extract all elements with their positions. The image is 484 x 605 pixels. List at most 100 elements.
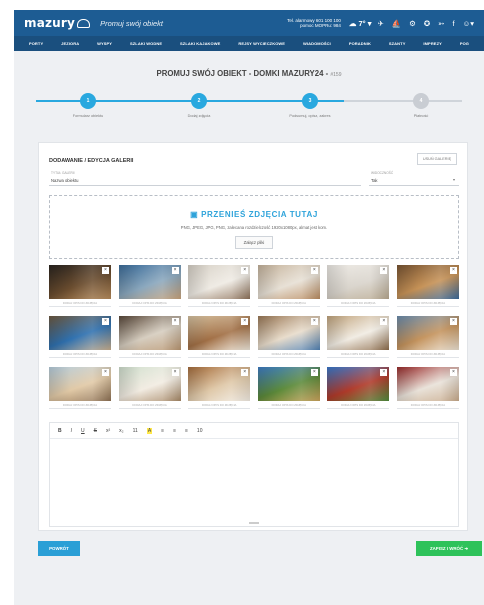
save-and-return-button[interactable]: ZAPISZ I WRÓĆ ➜ bbox=[416, 541, 482, 556]
delete-photo-icon[interactable]: × bbox=[380, 318, 388, 325]
delete-photo-icon[interactable]: × bbox=[380, 369, 388, 376]
delete-photo-icon[interactable]: × bbox=[171, 267, 179, 274]
subscript-button[interactable]: x₂ bbox=[119, 428, 123, 434]
sailboat-icon[interactable]: ⛵ bbox=[392, 19, 401, 28]
promo-link[interactable]: Promuj swój obiekt bbox=[100, 19, 163, 28]
photo-tile[interactable]: × DODAJ OPIS DO ZDJĘCIA bbox=[396, 316, 459, 360]
photo-thumbnail[interactable]: × bbox=[118, 265, 181, 299]
nav-item[interactable]: JEZIORA bbox=[61, 41, 79, 46]
photo-tile[interactable]: × DODAJ OPIS DO ZDJĘCIA bbox=[396, 367, 459, 411]
visibility-select[interactable]: WIDOCZNOŚĆ Tak ▾ bbox=[369, 171, 459, 186]
attach-files-button[interactable]: Załącz pliki bbox=[234, 236, 274, 249]
photo-caption-input[interactable]: DODAJ OPIS DO ZDJĘCIA bbox=[118, 401, 181, 409]
resize-handle[interactable] bbox=[249, 522, 259, 524]
photo-tile[interactable]: × DODAJ OPIS DO ZDJĘCIA bbox=[49, 367, 111, 411]
photo-tile[interactable]: × DODAJ OPIS DO ZDJĘCIA bbox=[118, 367, 181, 411]
delete-photo-icon[interactable]: × bbox=[171, 369, 179, 376]
photo-caption-input[interactable]: DODAJ OPIS DO ZDJĘCIA bbox=[327, 299, 390, 307]
description-editor[interactable]: B I U S x² x₂ 11 A ≡ ≡ ≡ 10 bbox=[49, 422, 459, 527]
photo-tile[interactable]: × DODAJ OPIS DO ZDJĘCIA bbox=[327, 316, 390, 360]
plane-icon[interactable]: ✈ bbox=[378, 19, 384, 28]
photo-tile[interactable]: × DODAJ OPIS DO ZDJĘCIA bbox=[118, 316, 181, 360]
photo-caption-input[interactable]: DODAJ OPIS DO ZDJĘCIA bbox=[396, 401, 459, 409]
nav-item[interactable]: SZANTY bbox=[389, 41, 406, 46]
delete-photo-icon[interactable]: × bbox=[241, 318, 249, 325]
settings-icon[interactable]: ✪ bbox=[424, 19, 430, 28]
photo-caption-input[interactable]: DODAJ OPIS DO ZDJĘCIA bbox=[396, 350, 459, 358]
upload-dropzone[interactable]: ▣ PRZENIEŚ ZDJĘCIA TUTAJ PNG, JPEG, JPG,… bbox=[49, 195, 459, 259]
step-3-circle[interactable]: 3 bbox=[302, 93, 318, 109]
photo-thumbnail[interactable]: × bbox=[396, 367, 459, 401]
user-icon[interactable]: ☺▾ bbox=[463, 19, 474, 28]
nav-item[interactable]: PORADNIK bbox=[349, 41, 371, 46]
photo-caption-input[interactable]: DODAJ OPIS DO ZDJĘCIA bbox=[257, 401, 320, 409]
photo-caption-input[interactable]: DODAJ OPIS DO ZDJĘCIA bbox=[327, 401, 390, 409]
photo-thumbnail[interactable]: × bbox=[49, 265, 111, 299]
photo-thumbnail[interactable]: × bbox=[49, 316, 111, 350]
photo-caption-input[interactable]: DODAJ OPIS DO ZDJĘCIA bbox=[327, 350, 390, 358]
weather-widget[interactable]: ☁ 7° ▾ bbox=[349, 19, 372, 28]
fish-icon[interactable]: ➳ bbox=[438, 19, 444, 28]
step-1-circle[interactable]: 1 bbox=[80, 93, 96, 109]
photo-caption-input[interactable]: DODAJ OPIS DO ZDJĘCIA bbox=[188, 401, 251, 409]
nav-item[interactable]: SZLAKI KAJAKOWE bbox=[180, 41, 220, 46]
bike-icon[interactable]: ⚙ bbox=[409, 19, 416, 28]
photo-tile[interactable]: × DODAJ OPIS DO ZDJĘCIA bbox=[118, 265, 181, 309]
photo-thumbnail[interactable]: × bbox=[118, 367, 181, 401]
photo-caption-input[interactable]: DODAJ OPIS DO ZDJĘCIA bbox=[396, 299, 459, 307]
photo-tile[interactable]: × DODAJ OPIS DO ZDJĘCIA bbox=[327, 265, 390, 309]
step-2-circle[interactable]: 2 bbox=[191, 93, 207, 109]
delete-photo-icon[interactable]: × bbox=[102, 369, 109, 376]
text-color-button[interactable]: A bbox=[146, 427, 153, 434]
photo-tile[interactable]: × DODAJ OPIS DO ZDJĘCIA bbox=[49, 265, 111, 309]
photo-thumbnail[interactable]: × bbox=[257, 265, 320, 299]
photo-thumbnail[interactable]: × bbox=[327, 367, 390, 401]
nav-item[interactable]: PORTY bbox=[29, 41, 43, 46]
photo-thumbnail[interactable]: × bbox=[257, 367, 320, 401]
delete-photo-icon[interactable]: × bbox=[241, 267, 249, 274]
gallery-title-input[interactable]: Nazwa obiektu bbox=[51, 178, 78, 183]
delete-gallery-button[interactable]: USUŃ GALERIĘ bbox=[417, 153, 457, 165]
delete-photo-icon[interactable]: × bbox=[102, 267, 109, 274]
delete-photo-icon[interactable]: × bbox=[310, 318, 318, 325]
nav-item[interactable]: POG bbox=[460, 41, 469, 46]
photo-caption-input[interactable]: DODAJ OPIS DO ZDJĘCIA bbox=[188, 350, 251, 358]
italic-button[interactable]: I bbox=[71, 428, 72, 434]
photo-tile[interactable]: × DODAJ OPIS DO ZDJĘCIA bbox=[257, 265, 320, 309]
delete-photo-icon[interactable]: × bbox=[310, 267, 318, 274]
ordered-list-button[interactable]: ≡ bbox=[173, 428, 176, 434]
photo-tile[interactable]: × DODAJ OPIS DO ZDJĘCIA bbox=[49, 316, 111, 360]
back-button[interactable]: POWRÓT bbox=[38, 541, 80, 556]
photo-thumbnail[interactable]: × bbox=[327, 316, 390, 350]
gallery-title-field[interactable]: TYTUŁ GALERII Nazwa obiektu bbox=[49, 171, 361, 186]
bold-button[interactable]: B bbox=[58, 428, 62, 434]
nav-item[interactable]: REJSY WYCIECZKOWE bbox=[238, 41, 285, 46]
photo-caption-input[interactable]: DODAJ OPIS DO ZDJĘCIA bbox=[49, 401, 111, 409]
photo-caption-input[interactable]: DODAJ OPIS DO ZDJĘCIA bbox=[257, 350, 320, 358]
delete-photo-icon[interactable]: × bbox=[102, 318, 109, 325]
nav-item[interactable]: WIADOMOŚCI bbox=[303, 41, 331, 46]
photo-caption-input[interactable]: DODAJ OPIS DO ZDJĘCIA bbox=[118, 299, 181, 307]
photo-thumbnail[interactable]: × bbox=[327, 265, 390, 299]
photo-caption-input[interactable]: DODAJ OPIS DO ZDJĘCIA bbox=[118, 350, 181, 358]
photo-thumbnail[interactable]: × bbox=[396, 316, 459, 350]
photo-caption-input[interactable]: DODAJ OPIS DO ZDJĘCIA bbox=[49, 299, 111, 307]
delete-photo-icon[interactable]: × bbox=[310, 369, 318, 376]
font-size-select[interactable]: 11 bbox=[133, 428, 138, 434]
photo-tile[interactable]: × DODAJ OPIS DO ZDJĘCIA bbox=[188, 367, 251, 411]
superscript-button[interactable]: x² bbox=[106, 428, 110, 434]
nav-item[interactable]: SZLAKI WODNE bbox=[130, 41, 162, 46]
photo-tile[interactable]: × DODAJ OPIS DO ZDJĘCIA bbox=[188, 316, 251, 360]
photo-thumbnail[interactable]: × bbox=[257, 316, 320, 350]
photo-tile[interactable]: × DODAJ OPIS DO ZDJĘCIA bbox=[257, 367, 320, 411]
photo-tile[interactable]: × DODAJ OPIS DO ZDJĘCIA bbox=[188, 265, 251, 309]
delete-photo-icon[interactable]: × bbox=[449, 369, 457, 376]
underline-button[interactable]: U bbox=[81, 428, 85, 434]
delete-photo-icon[interactable]: × bbox=[241, 369, 249, 376]
photo-thumbnail[interactable]: × bbox=[49, 367, 111, 401]
photo-thumbnail[interactable]: × bbox=[188, 367, 251, 401]
facebook-icon[interactable]: f bbox=[452, 19, 454, 28]
photo-caption-input[interactable]: DODAJ OPIS DO ZDJĘCIA bbox=[49, 350, 111, 358]
photo-tile[interactable]: × DODAJ OPIS DO ZDJĘCIA bbox=[396, 265, 459, 309]
unordered-list-button[interactable]: ≡ bbox=[161, 428, 164, 434]
